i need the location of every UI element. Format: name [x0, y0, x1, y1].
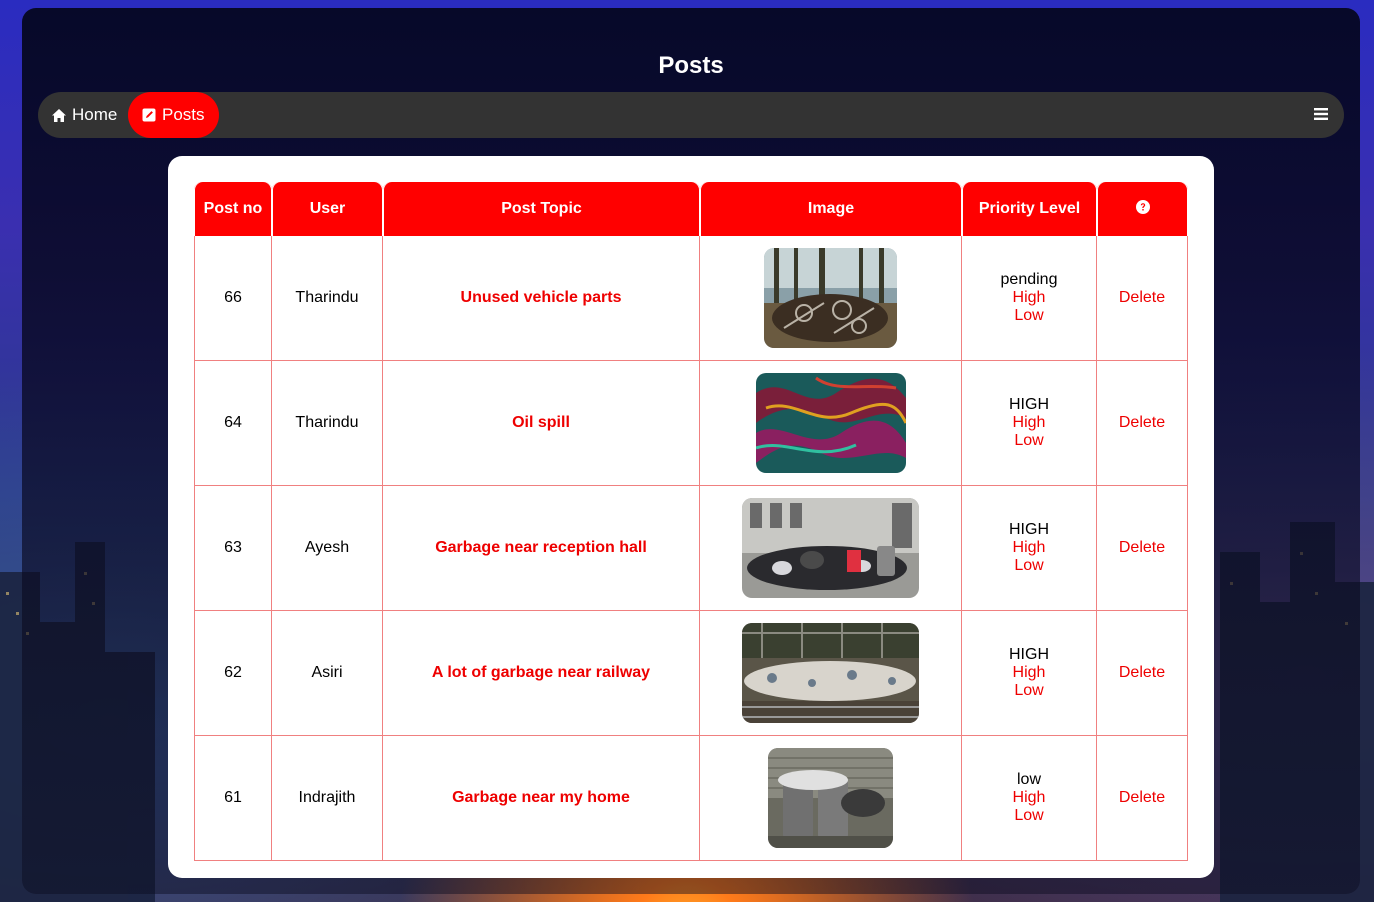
post-user: Tharindu [272, 236, 383, 361]
set-priority-low-link[interactable]: Low [963, 307, 1095, 325]
table-row: 61 Indrajith Garbage near my home low Hi… [194, 736, 1188, 861]
col-header-priority-level: Priority Level [962, 182, 1097, 236]
current-priority: HIGH [1009, 521, 1049, 538]
nav-home-label: Home [72, 105, 118, 124]
post-number: 64 [194, 361, 272, 486]
post-user: Ayesh [272, 486, 383, 611]
table-row: 63 Ayesh Garbage near reception hall HIG… [194, 486, 1188, 611]
top-navbar: Home Posts [38, 92, 1344, 138]
edit-icon [142, 108, 156, 122]
posts-card: Post no User Post Topic Image Priority L… [168, 156, 1214, 878]
post-topic-link[interactable]: A lot of garbage near railway [432, 664, 650, 681]
hamburger-menu-icon[interactable] [1314, 107, 1328, 121]
delete-post-link[interactable]: Delete [1119, 789, 1165, 806]
post-user: Indrajith [272, 736, 383, 861]
col-header-action [1097, 182, 1188, 236]
delete-post-link[interactable]: Delete [1119, 539, 1165, 556]
delete-post-link[interactable]: Delete [1119, 289, 1165, 306]
current-priority: HIGH [1009, 396, 1049, 413]
post-topic-link[interactable]: Unused vehicle parts [461, 289, 622, 306]
current-priority: HIGH [1009, 646, 1049, 663]
oil-spill-photo[interactable] [755, 373, 906, 473]
current-priority: low [1016, 771, 1041, 788]
post-topic-link[interactable]: Garbage near my home [452, 789, 630, 806]
nav-home-link[interactable]: Home [38, 92, 131, 138]
railway-garbage-photo[interactable] [742, 623, 919, 723]
col-header-user: User [272, 182, 383, 236]
page-title: Posts [658, 52, 724, 79]
col-header-post-topic: Post Topic [383, 182, 700, 236]
table-row: 64 Tharindu Oil spill HIGH High Low Dele… [194, 361, 1188, 486]
set-priority-high-link[interactable]: High [963, 289, 1095, 307]
scrap-pile-photo[interactable] [764, 248, 897, 348]
set-priority-low-link[interactable]: Low [963, 807, 1095, 825]
table-row: 62 Asiri A lot of garbage near railway H… [194, 611, 1188, 736]
col-header-image: Image [700, 182, 962, 236]
set-priority-high-link[interactable]: High [963, 664, 1095, 682]
set-priority-low-link[interactable]: Low [963, 432, 1095, 450]
post-number: 66 [194, 236, 272, 361]
delete-post-link[interactable]: Delete [1119, 414, 1165, 431]
post-topic-link[interactable]: Oil spill [512, 414, 570, 431]
set-priority-high-link[interactable]: High [963, 539, 1095, 557]
set-priority-high-link[interactable]: High [963, 414, 1095, 432]
table-row: 66 Tharindu Unused vehicle parts pending… [194, 236, 1188, 361]
nav-posts-label: Posts [162, 105, 205, 124]
delete-post-link[interactable]: Delete [1119, 664, 1165, 681]
post-number: 62 [194, 611, 272, 736]
post-number: 63 [194, 486, 272, 611]
home-icon [52, 108, 66, 122]
question-circle-icon [1135, 199, 1150, 218]
post-user: Asiri [272, 611, 383, 736]
posts-table: Post no User Post Topic Image Priority L… [194, 182, 1188, 861]
post-topic-link[interactable]: Garbage near reception hall [435, 539, 647, 556]
set-priority-low-link[interactable]: Low [963, 557, 1095, 575]
garbage-bags-photo[interactable] [742, 498, 919, 598]
table-header-row: Post no User Post Topic Image Priority L… [194, 182, 1188, 236]
current-priority: pending [1000, 271, 1058, 288]
post-number: 61 [194, 736, 272, 861]
set-priority-high-link[interactable]: High [963, 789, 1095, 807]
post-user: Tharindu [272, 361, 383, 486]
nav-posts-link[interactable]: Posts [128, 92, 219, 138]
garbage-bins-photo[interactable] [768, 748, 893, 848]
col-header-post-no: Post no [194, 182, 272, 236]
set-priority-low-link[interactable]: Low [963, 682, 1095, 700]
